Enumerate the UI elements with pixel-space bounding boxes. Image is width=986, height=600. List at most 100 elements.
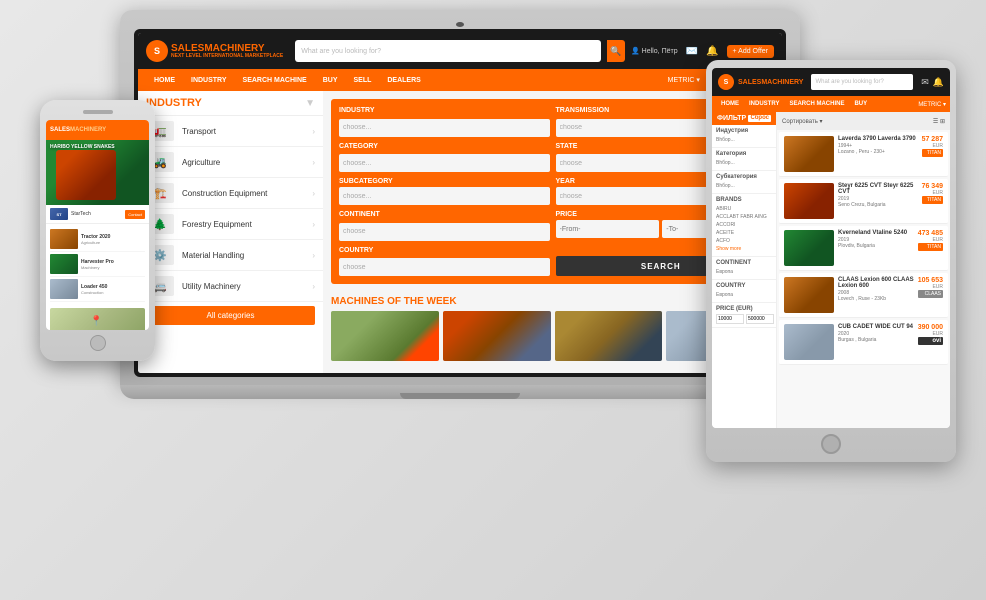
industry-field: INDUSTRY choose... [339,107,550,137]
listing-title-1: Laverda 3790 Laverda 3790 [838,136,922,142]
nav-industry[interactable]: INDUSTRY [183,69,235,91]
logo-text: SALESMACHINERY NEXT LEVEL INTERNATIONAL … [171,43,283,60]
nav-home[interactable]: HOME [146,69,183,91]
filter-brand-acfo[interactable]: ACFO [716,237,772,245]
phone-listing-1[interactable]: Tractor 2020 Agriculture [50,227,145,252]
price-from-input[interactable] [556,220,660,238]
add-offer-button[interactable]: + Add Offer [727,45,774,58]
tablet-logo-icon: S [718,74,734,90]
listing-title-2: Steyr 6225 CVT Steyr 6225 CVT [838,183,922,195]
sidebar-item-agriculture[interactable]: 🚜 Agriculture › [138,147,323,178]
show-more-button[interactable]: Show more [716,245,772,253]
phone-listing-3[interactable]: Loader 450 Construction [50,277,145,302]
sidebar-item-forestry[interactable]: 🌲 Forestry Equipment › [138,209,323,240]
tablet-nav-metric[interactable]: METRIC ▾ [918,101,946,108]
filter-subcategory-section: Субкатегория Вhбор... [712,171,776,194]
filter-industry-item[interactable]: Вhбор... [716,136,772,144]
listing-item-3[interactable]: Kverneland Vtaline 5240 2019 Plovdiv, Bu… [779,226,948,271]
price-min-input[interactable] [716,314,744,324]
year-select[interactable]: choose [556,187,719,205]
tablet-notifications-icon[interactable]: 🔔 [933,77,944,88]
listing-item-4[interactable]: CLAAS Lexion 600 CLAAS Lexion 600 2008 L… [779,273,948,318]
phone-listing-sub-3: Construction [81,290,145,295]
nav-sell[interactable]: SELL [345,69,379,91]
nav-search-machine[interactable]: SEARCH MACHINE [235,69,315,91]
phone-listing-sub-2: Machinery [81,265,145,270]
listing-item-2[interactable]: Steyr 6225 CVT Steyr 6225 CVT 2019 Seno … [779,179,948,224]
price-max-input[interactable] [746,314,774,324]
listing-item-5[interactable]: CUB CADET WIDE CUT 94 2020 Burgas , Bulg… [779,320,948,365]
metric-selector[interactable]: METRIC ▾ [664,76,704,84]
tablet-messages-icon[interactable]: ✉ [921,77,929,88]
tablet-nav-search[interactable]: SEARCH MACHINE [784,101,849,107]
filter-category-title: Категория [716,151,772,157]
messages-icon[interactable]: ✉️ [686,46,698,57]
filter-industry-title: Индустрия [716,128,772,134]
tablet-screen: S SALESMACHINERY What are you looking fo… [712,68,950,428]
notifications-icon[interactable]: 🔔 [706,46,718,57]
machine-card-3[interactable] [555,311,663,361]
sidebar-item-material-handling[interactable]: ⚙️ Material Handling › [138,240,323,271]
sidebar-item-label: Forestry Equipment [182,220,304,229]
tablet-home-button[interactable] [821,434,841,454]
continent-label: CONTINENT [339,211,550,218]
filter-country-item[interactable]: Европа [716,291,772,299]
listings-sort[interactable]: Сортировать ▾ [782,118,823,125]
phone-listing-2[interactable]: Harvester Pro Machinery [50,252,145,277]
filter-brand-abiru[interactable]: ABIRU [716,205,772,213]
sidebar-item-utility[interactable]: 🚐 Utility Machinery › [138,271,323,302]
listing-price-block-2: 76 349 EUR TITAN [922,183,943,204]
listing-item-1[interactable]: Laverda 3790 Laverda 3790 1994+ Lozano ,… [779,132,948,177]
nav-dealers[interactable]: DEALERS [379,69,428,91]
phone-listing-info-1: Tractor 2020 Agriculture [81,234,145,245]
category-label: CATEGORY [339,143,550,150]
filter-brand-accori[interactable]: ACCORI [716,221,772,229]
filter-subcategory-item[interactable]: Вhбор... [716,182,772,190]
machine-card-1[interactable] [331,311,439,361]
phone-contact-button[interactable]: Contact [125,210,145,219]
sidebar-toggle-icon[interactable]: ▼ [305,98,315,109]
listing-title-3: Kverneland Vtaline 5240 [838,230,918,236]
nav-buy[interactable]: BUY [315,69,346,91]
continent-select[interactable]: choose [339,223,550,241]
listing-price-5: 390 000 [918,324,943,331]
filter-continent-item[interactable]: Европа [716,268,772,276]
listing-image-3 [784,230,834,266]
tablet-nav-industry[interactable]: INDUSTRY [744,101,784,107]
filter-category-item[interactable]: Вhбор... [716,159,772,167]
sidebar-item-label: Agriculture [182,158,304,167]
filter-reset-button[interactable]: Сброс [748,115,771,122]
tablet-logo-text: SALESMACHINERY [738,79,803,86]
phone-listing-img-1 [50,229,78,249]
listing-info-1: Laverda 3790 Laverda 3790 1994+ Lozano ,… [838,136,922,155]
tablet-search[interactable]: What are you looking for? [811,74,913,90]
listing-price-block-5: 390 000 EUR ovi [918,324,943,345]
search-grid: INDUSTRY choose... TRANSMISSION choose [339,107,766,276]
sidebar-item-construction[interactable]: 🏗️ Construction Equipment › [138,178,323,209]
country-field: COUNTRY choose [339,247,550,277]
header-search-button[interactable]: 🔍 [607,40,625,62]
filter-price-title: PRICE (EUR) [716,306,772,312]
listing-badge-2: TITAN [922,196,943,204]
sidebar-item-transport[interactable]: 🚛 Transport › [138,116,323,147]
listings-view-toggle[interactable]: ☰ ⊞ [933,118,945,125]
tablet-nav-home[interactable]: HOME [716,101,744,107]
chevron-right-icon: › [312,127,315,136]
filter-brand-acclabt[interactable]: ACCLABT FABR AING [716,213,772,221]
phone-company: ST StarTech Contact [46,205,149,224]
tablet-filter-sidebar: ФИЛЬТР Сброс Индустрия Вhбор... Категори… [712,112,777,428]
phone-listing-info-2: Harvester Pro Machinery [81,259,145,270]
tablet-listings: Сортировать ▾ ☰ ⊞ Laverda 3790 Laverda 3… [777,112,950,428]
tablet-nav-buy[interactable]: BUY [849,101,872,107]
listing-image-2 [784,183,834,219]
phone-home-button[interactable] [90,335,106,351]
header-search-input[interactable]: What are you looking for? [295,40,601,62]
subcategory-select[interactable]: choose... [339,187,550,205]
chevron-right-icon: › [312,220,315,229]
filter-brand-aceite[interactable]: ACEITE [716,229,772,237]
machine-card-2[interactable] [443,311,551,361]
category-select[interactable]: choose... [339,154,550,172]
all-categories-button[interactable]: All categories [146,306,315,325]
country-select[interactable]: choose [339,258,550,276]
industry-select[interactable]: choose... [339,119,550,137]
